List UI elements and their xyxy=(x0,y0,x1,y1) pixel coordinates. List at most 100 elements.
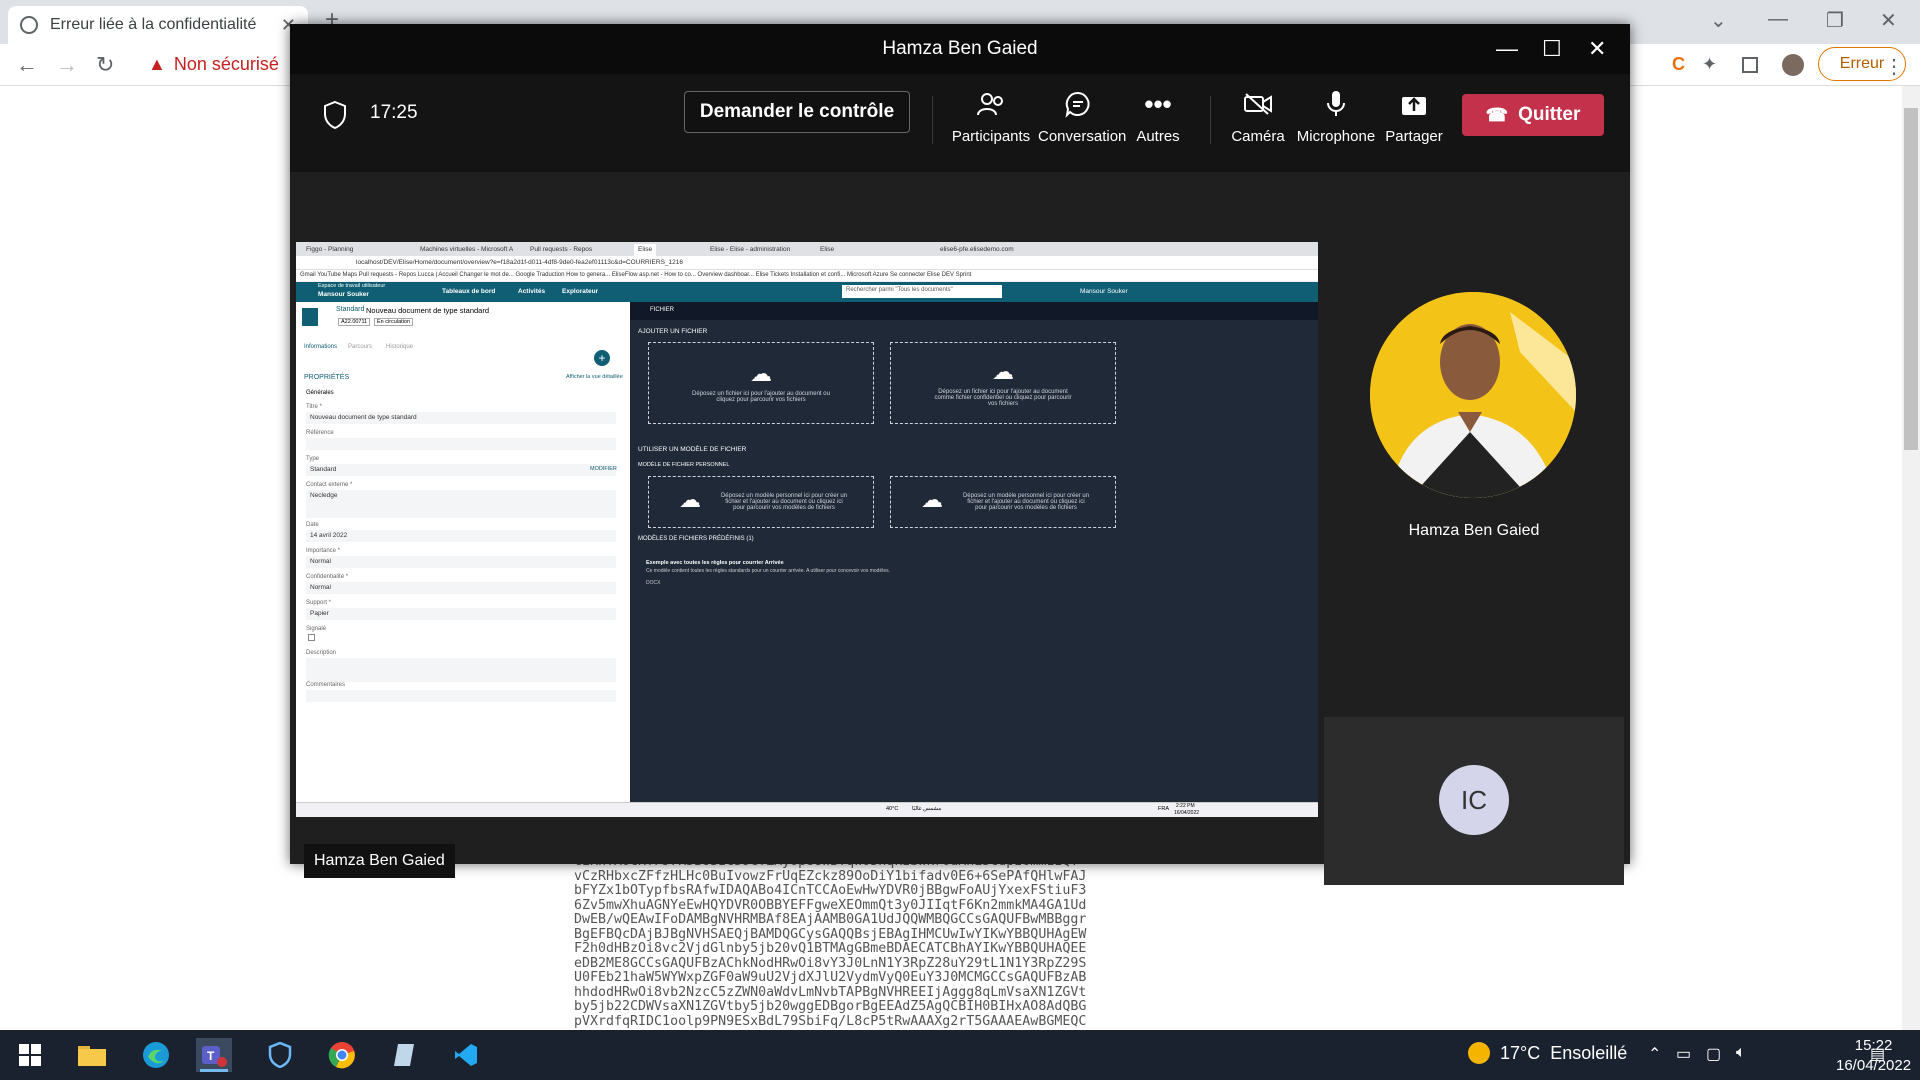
microphone-button[interactable]: Microphone xyxy=(1296,84,1376,164)
field-label: Importance * xyxy=(306,548,341,554)
nav-activities[interactable]: Activités xyxy=(518,288,545,295)
field-value[interactable]: 14 avril 2022 xyxy=(306,530,616,542)
participants-button[interactable]: Participants xyxy=(951,84,1031,164)
file-explorer-icon[interactable] xyxy=(74,1038,110,1072)
nav-dashboards[interactable]: Tableaux de bord xyxy=(442,288,495,295)
shared-browser-tab[interactable]: elise6-pfe.elisedemo.com xyxy=(936,244,1018,256)
shared-browser-tab[interactable]: Figgo - Planning xyxy=(302,244,358,256)
battery-icon[interactable]: ▭ xyxy=(1676,1044,1691,1064)
modify-link[interactable]: MODIFIER xyxy=(590,466,617,472)
shared-browser-tab[interactable]: Pull requests - Repos xyxy=(526,244,597,256)
share-button[interactable]: Partager xyxy=(1374,84,1454,164)
example-title[interactable]: Exemple avec toutes les règles pour cour… xyxy=(646,560,784,566)
tab-parcours[interactable]: Parcours xyxy=(348,344,372,350)
close-window-icon[interactable]: ✕ xyxy=(1880,8,1897,33)
field-value[interactable]: Normal xyxy=(306,582,616,594)
network-icon[interactable]: ▢ xyxy=(1706,1044,1721,1064)
divider xyxy=(1210,96,1211,144)
properties-heading: PROPRIÉTÉS xyxy=(304,374,350,381)
reload-icon[interactable]: ↻ xyxy=(96,52,114,78)
inner-time: 2:22 PM xyxy=(1176,803,1195,809)
close-icon[interactable]: ✕ xyxy=(1588,36,1606,62)
teams-meeting-window: Hamza Ben Gaied — ☐ ✕ 17:25 Demander le … xyxy=(290,24,1630,885)
tab-historique[interactable]: Historique xyxy=(386,344,413,350)
request-control-button[interactable]: Demander le contrôle xyxy=(684,91,910,133)
defender-icon[interactable] xyxy=(262,1038,298,1072)
model-dropzone-text: Déposez un modèle personnel ici pour cré… xyxy=(720,493,848,511)
file-dropzone[interactable]: ☁ Déposez un fichier ici pour l'ajouter … xyxy=(648,342,874,424)
field-value[interactable]: Standard xyxy=(306,464,616,476)
field-value[interactable]: Necledge xyxy=(306,490,616,518)
tab-informations[interactable]: Informations xyxy=(304,344,337,350)
notes-app-icon[interactable] xyxy=(386,1038,422,1072)
chevron-down-icon[interactable]: ⌄ xyxy=(1710,8,1727,33)
scrollbar-thumb[interactable] xyxy=(1904,108,1918,450)
field-value[interactable]: Nouveau document de type standard xyxy=(306,412,616,424)
minimize-icon[interactable]: — xyxy=(1496,36,1518,62)
user-name: Mansour Souker xyxy=(318,291,369,298)
restore-icon[interactable]: ❐ xyxy=(1826,8,1844,33)
shared-screen[interactable]: Figgo - Planning Machines virtuelles - Mi… xyxy=(296,242,1318,817)
camera-off-icon xyxy=(1218,84,1298,124)
weather-widget[interactable]: 17°C Ensoleillé xyxy=(1468,1042,1627,1064)
security-indicator[interactable]: ▲ Non sécurisé xyxy=(148,54,279,75)
chevron-up-icon[interactable]: ⌃ xyxy=(1648,1044,1661,1064)
add-icon[interactable]: + xyxy=(594,350,610,366)
people-icon xyxy=(951,84,1031,124)
use-model-heading: UTILISER UN MODÈLE DE FICHIER xyxy=(638,446,747,453)
certificate-line: U0FEb21haW5WYWxpZGF0aW9uU2VjdXJlU2VydmVy… xyxy=(574,970,1087,985)
field-value[interactable] xyxy=(306,438,616,450)
browser-tab[interactable]: Erreur liée à la confidentialité ✕ xyxy=(8,6,308,44)
example-ext: DOCX xyxy=(646,580,661,586)
field-value[interactable]: Papier xyxy=(306,608,616,620)
chrome-icon[interactable] xyxy=(324,1038,360,1072)
field-value[interactable] xyxy=(306,690,616,702)
notifications-icon[interactable]: ▤ xyxy=(1870,1044,1885,1064)
field-label: Titre * xyxy=(306,404,322,410)
field-value[interactable]: Normal xyxy=(306,556,616,568)
divider xyxy=(932,96,933,144)
side-panel-icon[interactable] xyxy=(1742,57,1758,73)
shared-browser-tab[interactable]: Elise xyxy=(634,244,657,256)
forward-arrow-icon[interactable]: → xyxy=(56,52,78,78)
dropzone-text: Déposez un fichier ici pour l'ajouter au… xyxy=(692,391,830,403)
shared-browser-tab[interactable]: Machines virtuelles - Microsoft A xyxy=(416,244,518,256)
shield-icon[interactable] xyxy=(322,100,348,130)
flag-checkbox[interactable] xyxy=(308,634,315,641)
maximize-icon[interactable]: ☐ xyxy=(1542,36,1562,62)
teams-app-icon[interactable]: T xyxy=(196,1038,232,1072)
certificate-line: bFYZx1bOTypfbsRAfwIDAQABo4ICnTCCAoEwHwYD… xyxy=(574,883,1087,898)
puzzle-icon[interactable]: ✦ xyxy=(1702,54,1724,76)
participant-tile[interactable]: IC xyxy=(1324,717,1624,885)
leave-button[interactable]: ☎ Quitter xyxy=(1462,94,1604,136)
file-panel: FICHIER AJOUTER UN FICHIER ☁ Déposez un … xyxy=(630,302,1318,802)
confidential-model-dropzone[interactable]: ☁ Déposez un modèle personnel ici pour c… xyxy=(890,476,1116,528)
nav-explorer[interactable]: Explorateur xyxy=(562,288,598,295)
profile-avatar[interactable] xyxy=(1782,54,1804,76)
conversation-button[interactable]: Conversation xyxy=(1038,84,1126,164)
teams-title-bar: Hamza Ben Gaied — ☐ ✕ xyxy=(290,24,1630,74)
error-label: Erreur xyxy=(1839,55,1885,72)
shared-browser-tab[interactable]: Elise xyxy=(816,244,839,256)
general-section[interactable]: Générales xyxy=(306,390,334,396)
confidential-dropzone[interactable]: ☁ Déposez un fichier ici pour l'ajouter … xyxy=(890,342,1116,424)
inner-lang: FRA xyxy=(1158,806,1169,812)
windows-start-icon[interactable] xyxy=(12,1038,48,1072)
camera-button[interactable]: Caméra xyxy=(1218,84,1298,164)
minimize-icon[interactable]: — xyxy=(1768,8,1788,31)
field-value[interactable] xyxy=(306,658,616,682)
search-input[interactable]: Rechercher parmi "Tous les documents" xyxy=(842,285,1002,298)
certificate-line: 6Zv5mwXhuAGNYeEwHQYDVR0OBBYEFFgweXEOmmQt… xyxy=(574,897,1087,913)
vscode-icon[interactable] xyxy=(448,1038,484,1072)
confidential-dropzone-text: Déposez un fichier ici pour l'ajouter au… xyxy=(934,389,1072,407)
edge-browser-icon[interactable] xyxy=(138,1038,174,1072)
extension-icon[interactable]: C xyxy=(1672,54,1694,76)
volume-icon[interactable]: 🔈︎ xyxy=(1736,1044,1746,1062)
more-button[interactable]: ••• Autres xyxy=(1118,84,1198,164)
hang-up-icon: ☎ xyxy=(1485,104,1509,125)
menu-kebab-icon[interactable]: ⋮ xyxy=(1884,54,1906,78)
detail-view-link[interactable]: Afficher la vue détaillée xyxy=(566,374,623,380)
model-dropzone[interactable]: ☁ Déposez un modèle personnel ici pour c… xyxy=(648,476,874,528)
shared-browser-tab[interactable]: Elise - Elise - administration xyxy=(706,244,795,256)
back-arrow-icon[interactable]: ← xyxy=(16,52,38,78)
